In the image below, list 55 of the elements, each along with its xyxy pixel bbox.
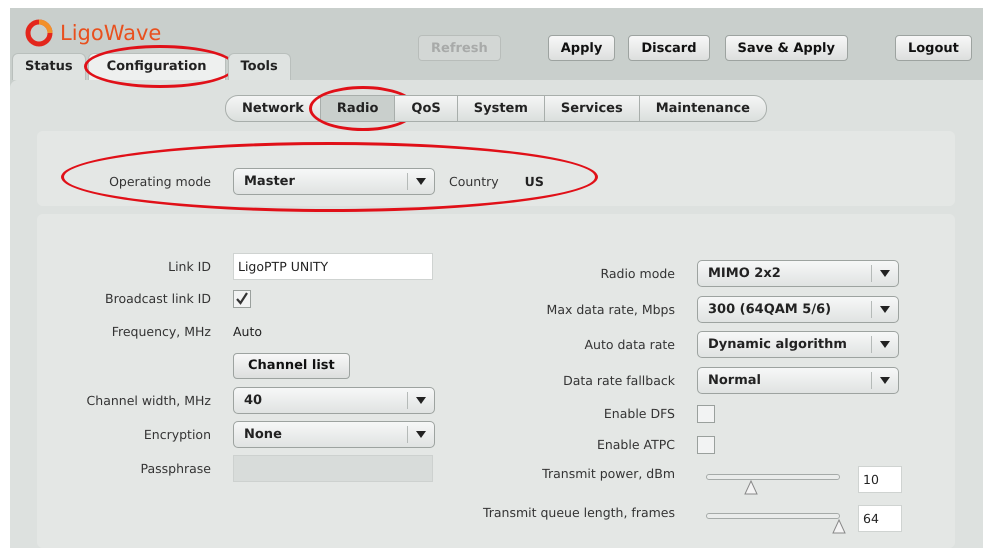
main-tab[interactable]: Status [12,53,86,80]
caret-icon [416,430,426,438]
toolbar-button[interactable]: Apply [548,35,616,61]
field-label: Frequency, MHz [110,324,211,338]
checkbox[interactable] [697,436,715,454]
dropdown[interactable]: MIMO 2x2 [697,260,899,288]
caret-icon [416,396,426,404]
sub-tab[interactable]: System [458,95,545,122]
caret-icon [880,376,890,384]
field-label: Radio mode [599,266,675,282]
caret-icon [880,341,890,348]
ring-logo-icon [24,18,54,48]
field-label: Data rate fallback [562,372,675,388]
caret-icon [880,270,890,278]
dropdown[interactable]: 300 (64QAM 5/6) [697,296,899,323]
field-label: Transmit power, dBm [541,466,675,481]
text-field[interactable]: LigoPTP UNITY [233,252,433,280]
field-label: Link ID [167,258,211,274]
logo-text: LigoWave [60,21,162,45]
toolbar-button[interactable]: Logout [894,35,972,61]
toolbar-button[interactable]: Discard [628,35,710,61]
checkbox[interactable] [233,290,251,308]
number-field[interactable]: 64 [858,505,902,532]
sub-tab[interactable]: Services [544,95,640,122]
field-label: Country [449,174,499,189]
field-value: Auto [233,324,262,338]
field-label: Encryption [142,426,211,442]
field-value: US [524,174,544,189]
dropdown[interactable]: Dynamic algorithm [697,331,899,358]
channel-list-button[interactable]: Channel list [233,352,350,378]
field-label: Operating mode [108,174,211,189]
field-label: Channel width, MHz [86,392,211,408]
dropdown[interactable]: 40 [233,386,435,414]
main-tab[interactable]: Tools [228,53,291,80]
checkbox[interactable] [697,404,715,422]
field-label: Max data rate, Mbps [546,302,675,317]
field-label: Enable DFS [602,406,675,421]
field-label: Broadcast link ID [104,291,211,306]
field-label: Enable ATPC [596,437,675,452]
number-field[interactable]: 10 [858,466,902,493]
sub-tab[interactable]: Radio [320,95,396,122]
slider-thumb[interactable] [831,519,847,535]
dropdown[interactable]: Normal [697,366,899,394]
caret-icon [880,306,890,313]
dropdown[interactable]: None [233,420,435,448]
main-tab[interactable]: Configuration [88,53,226,80]
sub-tab[interactable]: QoS [395,95,458,122]
toolbar-button[interactable]: Save & Apply [724,35,848,61]
sub-tab[interactable]: Network [225,95,321,122]
dropdown[interactable]: Master [233,168,435,195]
sub-tab[interactable]: Maintenance [640,95,767,122]
field-label: Passphrase [139,460,211,476]
caret-icon [416,178,426,185]
field-label: Transmit queue length, frames [482,505,675,520]
field-label: Auto data rate [583,337,675,352]
